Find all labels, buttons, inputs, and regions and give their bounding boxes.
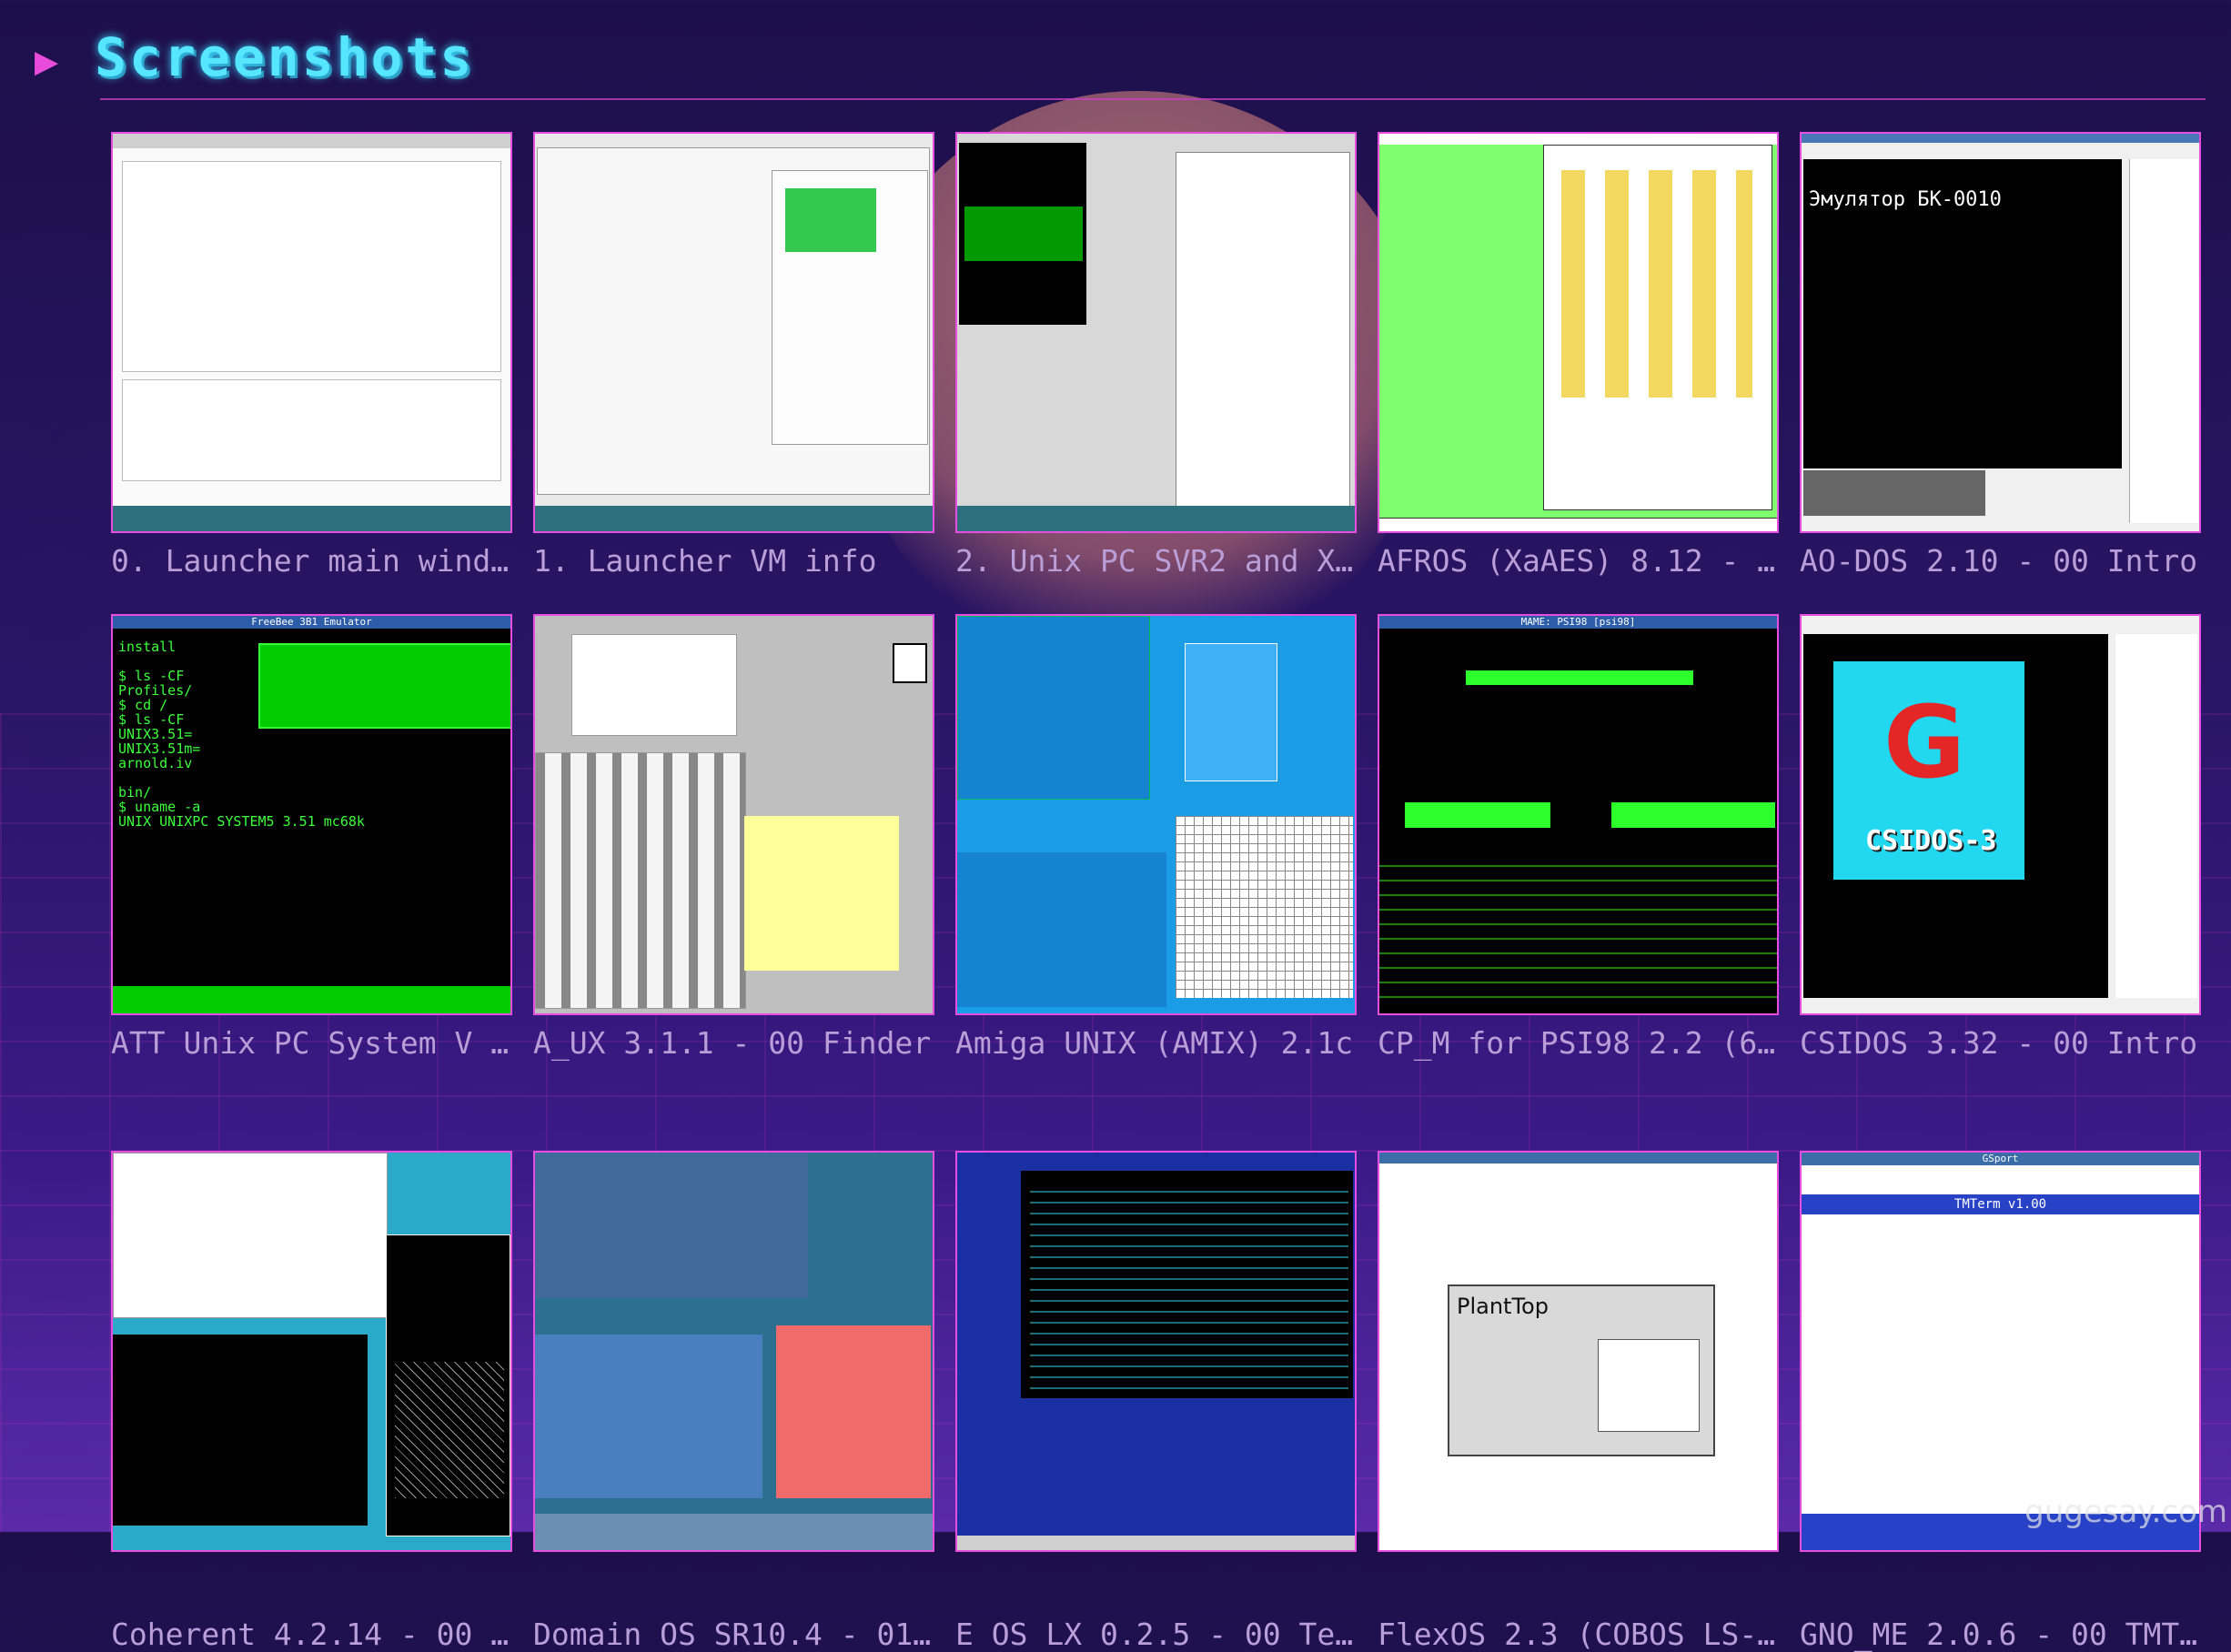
screenshot-caption[interactable]: 2. Unix PC SVR2 and X11	[955, 543, 1357, 579]
screenshot-caption[interactable]: 0. Launcher main window	[111, 543, 512, 579]
gallery-item[interactable]: GSport TMTerm v1.00 GNO_ME 2.0.6 - 00 TM…	[1800, 1151, 2201, 1652]
window-title: MAME: PSI98 [psi98]	[1379, 616, 1777, 629]
screenshot-gallery: 0. Launcher main window 1. Launcher VM i…	[111, 132, 2201, 1652]
gallery-item[interactable]: Эмулятор БК-0010 AO-DOS 2.10 - 00 Intro	[1800, 132, 2201, 614]
window-title: FreeBee 3B1 Emulator	[113, 616, 510, 629]
gallery-item[interactable]: E OS LX 0.2.5 - 00 Terminal	[955, 1151, 1357, 1652]
gallery-item[interactable]: MAME: PSI98 [psi98] CP_M for PSI98 2.2 (…	[1378, 614, 1779, 1096]
csidos-logo: CSIDOS-3	[1865, 825, 1997, 857]
section-header: ▶ Screenshots	[35, 25, 474, 89]
screenshot-caption[interactable]: ATT Unix PC System V 3.51	[111, 1025, 512, 1061]
play-icon: ▶	[35, 44, 59, 80]
screenshot-caption[interactable]: GNO_ME 2.0.6 - 00 TMTerm	[1800, 1617, 2201, 1652]
screenshot-thumbnail[interactable]: FreeBee 3B1 Emulator install $ ls -CF Pr…	[111, 614, 512, 1015]
screenshot-thumbnail[interactable]	[111, 1151, 512, 1552]
gallery-item[interactable]: 2. Unix PC SVR2 and X11	[955, 132, 1357, 614]
gallery-item[interactable]: 1. Launcher VM info	[533, 132, 934, 614]
emulator-title: Эмулятор БК-0010	[1809, 188, 2002, 211]
screenshot-thumbnail[interactable]: MAME: PSI98 [psi98]	[1378, 614, 1779, 1015]
gallery-item[interactable]: 0. Launcher main window	[111, 132, 512, 614]
screenshot-caption[interactable]: A_UX 3.1.1 - 00 Finder	[533, 1025, 934, 1061]
screenshot-thumbnail[interactable]	[955, 132, 1357, 533]
planttop-logo: PlantTop	[1457, 1294, 1549, 1319]
screenshot-caption[interactable]: 1. Launcher VM info	[533, 543, 934, 579]
screenshot-thumbnail[interactable]	[111, 132, 512, 533]
screenshot-caption[interactable]: AFROS (XaAES) 8.12 - 00 Intro	[1378, 543, 1779, 579]
gallery-item[interactable]: Amiga UNIX (AMIX) 2.1c	[955, 614, 1357, 1096]
screenshot-caption[interactable]: CSIDOS 3.32 - 00 Intro	[1800, 1025, 2201, 1061]
screenshot-thumbnail[interactable]	[955, 614, 1357, 1015]
gallery-item[interactable]: A_UX 3.1.1 - 00 Finder	[533, 614, 934, 1096]
tmterm-titlebar: TMTerm v1.00	[1802, 1194, 2199, 1214]
screenshot-thumbnail[interactable]	[533, 132, 934, 533]
header-divider	[100, 98, 2206, 100]
screenshot-thumbnail[interactable]: G CSIDOS-3	[1800, 614, 2201, 1015]
screenshot-thumbnail[interactable]	[955, 1151, 1357, 1552]
screenshot-caption[interactable]: AO-DOS 2.10 - 00 Intro	[1800, 543, 2201, 579]
gallery-item[interactable]: G CSIDOS-3 CSIDOS 3.32 - 00 Intro	[1800, 614, 2201, 1096]
screenshot-caption[interactable]: Coherent 4.2.14 - 00 X11	[111, 1617, 512, 1652]
gallery-item[interactable]: FreeBee 3B1 Emulator install $ ls -CF Pr…	[111, 614, 512, 1096]
window-title: GSport	[1802, 1153, 2199, 1165]
gallery-item[interactable]: Domain OS SR10.4 - 01 DM	[533, 1151, 934, 1652]
screenshot-thumbnail[interactable]	[533, 1151, 934, 1552]
screenshot-caption[interactable]: Amiga UNIX (AMIX) 2.1c	[955, 1025, 1357, 1061]
screenshot-thumbnail[interactable]: GSport TMTerm v1.00	[1800, 1151, 2201, 1552]
screenshot-caption[interactable]: CP_M for PSI98 2.2 (6.0)	[1378, 1025, 1779, 1061]
screenshot-caption[interactable]: E OS LX 0.2.5 - 00 Terminal	[955, 1617, 1357, 1652]
gallery-item[interactable]: AFROS (XaAES) 8.12 - 00 Intro	[1378, 132, 1779, 614]
screenshot-thumbnail[interactable]	[1378, 132, 1779, 533]
screenshot-thumbnail[interactable]	[533, 614, 934, 1015]
gallery-item[interactable]: Coherent 4.2.14 - 00 X11	[111, 1151, 512, 1652]
screenshot-caption[interactable]: FlexOS 2.3 (COBOS LS-1)	[1378, 1617, 1779, 1652]
section-title: Screenshots	[95, 26, 475, 88]
gallery-item[interactable]: PlantTop FlexOS 2.3 (COBOS LS-1)	[1378, 1151, 1779, 1652]
screenshot-thumbnail[interactable]: Эмулятор БК-0010	[1800, 132, 2201, 533]
watermark: gugesay.com	[2024, 1494, 2227, 1530]
screenshot-thumbnail[interactable]: PlantTop	[1378, 1151, 1779, 1552]
screenshot-caption[interactable]: Domain OS SR10.4 - 01 DM	[533, 1617, 934, 1652]
